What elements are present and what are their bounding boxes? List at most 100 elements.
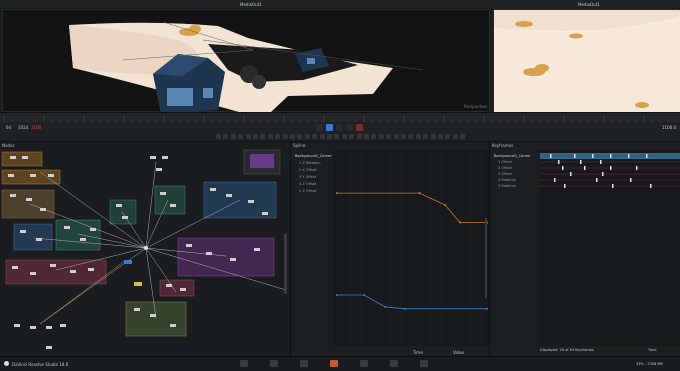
node-chip — [254, 248, 260, 251]
right-viewer[interactable] — [493, 9, 680, 113]
spline-tree-item[interactable]: 5 Z Offset — [299, 189, 316, 194]
keyframe-mark — [570, 172, 572, 176]
tool-icon[interactable] — [245, 134, 251, 139]
spline-tree-item[interactable]: 4 Z Offset — [299, 182, 316, 187]
tool-icon[interactable] — [238, 134, 244, 139]
nodes-panel[interactable]: Nodes — [0, 142, 289, 356]
page-tab-color[interactable] — [360, 360, 368, 367]
keyframe-mark — [562, 166, 564, 170]
play-button[interactable] — [326, 124, 333, 131]
page-tab-cut[interactable] — [270, 360, 278, 367]
tool-icon[interactable] — [371, 134, 377, 139]
tool-icon[interactable] — [304, 134, 310, 139]
tool-icon[interactable] — [349, 134, 355, 139]
node-chip — [226, 194, 232, 197]
spline-tree-item[interactable]: Background1_Corner — [295, 154, 332, 159]
tool-icon[interactable] — [378, 134, 384, 139]
play-reverse-button[interactable] — [316, 124, 323, 131]
current-time-field[interactable]: 1100.0 — [662, 125, 676, 130]
tool-icon[interactable] — [452, 134, 458, 139]
node-chip — [88, 268, 94, 271]
keyframe-mark — [580, 160, 582, 164]
loop-button[interactable] — [346, 124, 353, 131]
app-name: DaVinci Resolve Studio 18.6 — [12, 362, 69, 367]
node-chip — [10, 156, 16, 159]
keyframes-footer-time: Time — [648, 348, 657, 352]
tool-icon[interactable] — [282, 134, 288, 139]
node-chip — [14, 324, 20, 327]
keyframe-mark — [630, 178, 632, 182]
keyframe-mark — [564, 184, 566, 188]
global-start-field[interactable]: 1024 — [18, 125, 28, 130]
tool-icon[interactable] — [341, 134, 347, 139]
tool-icon[interactable] — [327, 134, 332, 139]
tool-icon[interactable] — [430, 134, 436, 139]
global-end-field[interactable]: 1100 — [31, 125, 41, 130]
tool-icon[interactable] — [223, 134, 229, 139]
keyframe-tree-item[interactable]: Background1_Corner — [494, 154, 531, 159]
tool-icon[interactable] — [216, 134, 221, 139]
page-tab-fusion[interactable] — [330, 360, 338, 367]
keyframes-panel[interactable]: Keyframes Background1_Corner 1 Offset 2 Of… — [489, 142, 680, 356]
viewer-perspective-label: Perspective — [463, 104, 487, 109]
keyframe-tree-item[interactable]: 3 Offset — [498, 172, 512, 177]
tool-icon[interactable] — [334, 134, 340, 139]
left-viewer[interactable]: Perspective — [2, 9, 490, 113]
tool-icon[interactable] — [312, 134, 318, 139]
spline-tree-item[interactable]: 1 Z Rotation — [299, 161, 321, 166]
node-chip — [150, 156, 156, 159]
tool-icon[interactable] — [415, 134, 421, 139]
tool-icon[interactable] — [275, 134, 281, 139]
spline-graph[interactable] — [333, 150, 489, 346]
node-chip — [12, 266, 18, 269]
page-tab-media[interactable] — [240, 360, 248, 367]
spline-scrollbar[interactable] — [485, 218, 487, 298]
tool-icon[interactable] — [445, 134, 451, 139]
node-chip — [262, 212, 268, 215]
node-chip — [10, 194, 16, 197]
tool-icon[interactable] — [253, 134, 258, 139]
tool-icon[interactable] — [386, 134, 392, 139]
page-tab-fairlight[interactable] — [390, 360, 398, 367]
keyframe-tree-item[interactable]: 5 Rotation — [498, 184, 516, 189]
tool-icon[interactable] — [438, 134, 443, 139]
tool-icon[interactable] — [297, 134, 303, 139]
tool-icon[interactable] — [267, 134, 273, 139]
spline-tree-item[interactable]: 2 X Offset — [299, 168, 316, 173]
keyframe-mark — [612, 184, 614, 188]
keyframe-tree-item[interactable]: 2 Offset — [498, 166, 512, 171]
keyframes-tree: Background1_Corner 1 Offset 2 Offset 3 Offs… — [490, 150, 538, 346]
tool-icon[interactable] — [401, 134, 406, 139]
tool-icon[interactable] — [423, 134, 429, 139]
page-tab-edit[interactable] — [300, 360, 308, 367]
tool-icon[interactable] — [319, 134, 325, 139]
tool-icon[interactable] — [230, 134, 236, 139]
node-chip — [166, 284, 172, 287]
keyframe-tree-item[interactable]: 4 Rotation — [498, 178, 516, 183]
tool-icon[interactable] — [356, 134, 362, 139]
tool-icon[interactable] — [393, 134, 399, 139]
keyframes-timeline[interactable] — [540, 150, 680, 346]
stop-button[interactable] — [336, 124, 343, 131]
keyframe-mark — [558, 160, 560, 164]
node-chip — [30, 174, 36, 177]
spline-tree-item[interactable]: 3 Y Offset — [299, 175, 316, 180]
render-start-field[interactable]: 64 — [6, 125, 11, 130]
tool-icon[interactable] — [364, 134, 369, 139]
tool-icon[interactable] — [408, 134, 414, 139]
nodes-scrollbar[interactable] — [284, 234, 287, 294]
tool-icon[interactable] — [290, 134, 295, 139]
transport-bar: 64 1024 1100 1100.0 — [0, 122, 680, 133]
keyframe-tree-item[interactable]: 1 Offset — [498, 160, 512, 165]
node-chip — [36, 238, 42, 241]
final-render — [494, 10, 680, 113]
tool-icon[interactable] — [260, 134, 266, 139]
page-tab-deliver[interactable] — [420, 360, 428, 367]
keyframe-mark — [646, 154, 648, 158]
tool-icon[interactable] — [460, 134, 466, 139]
node-chip — [22, 156, 28, 159]
record-button[interactable] — [356, 124, 363, 131]
node-chip — [210, 188, 216, 191]
spline-panel[interactable]: Spline Background1_Corner 1 Z Rotation 2 X… — [290, 142, 489, 356]
scene-3d-render — [69, 21, 424, 113]
